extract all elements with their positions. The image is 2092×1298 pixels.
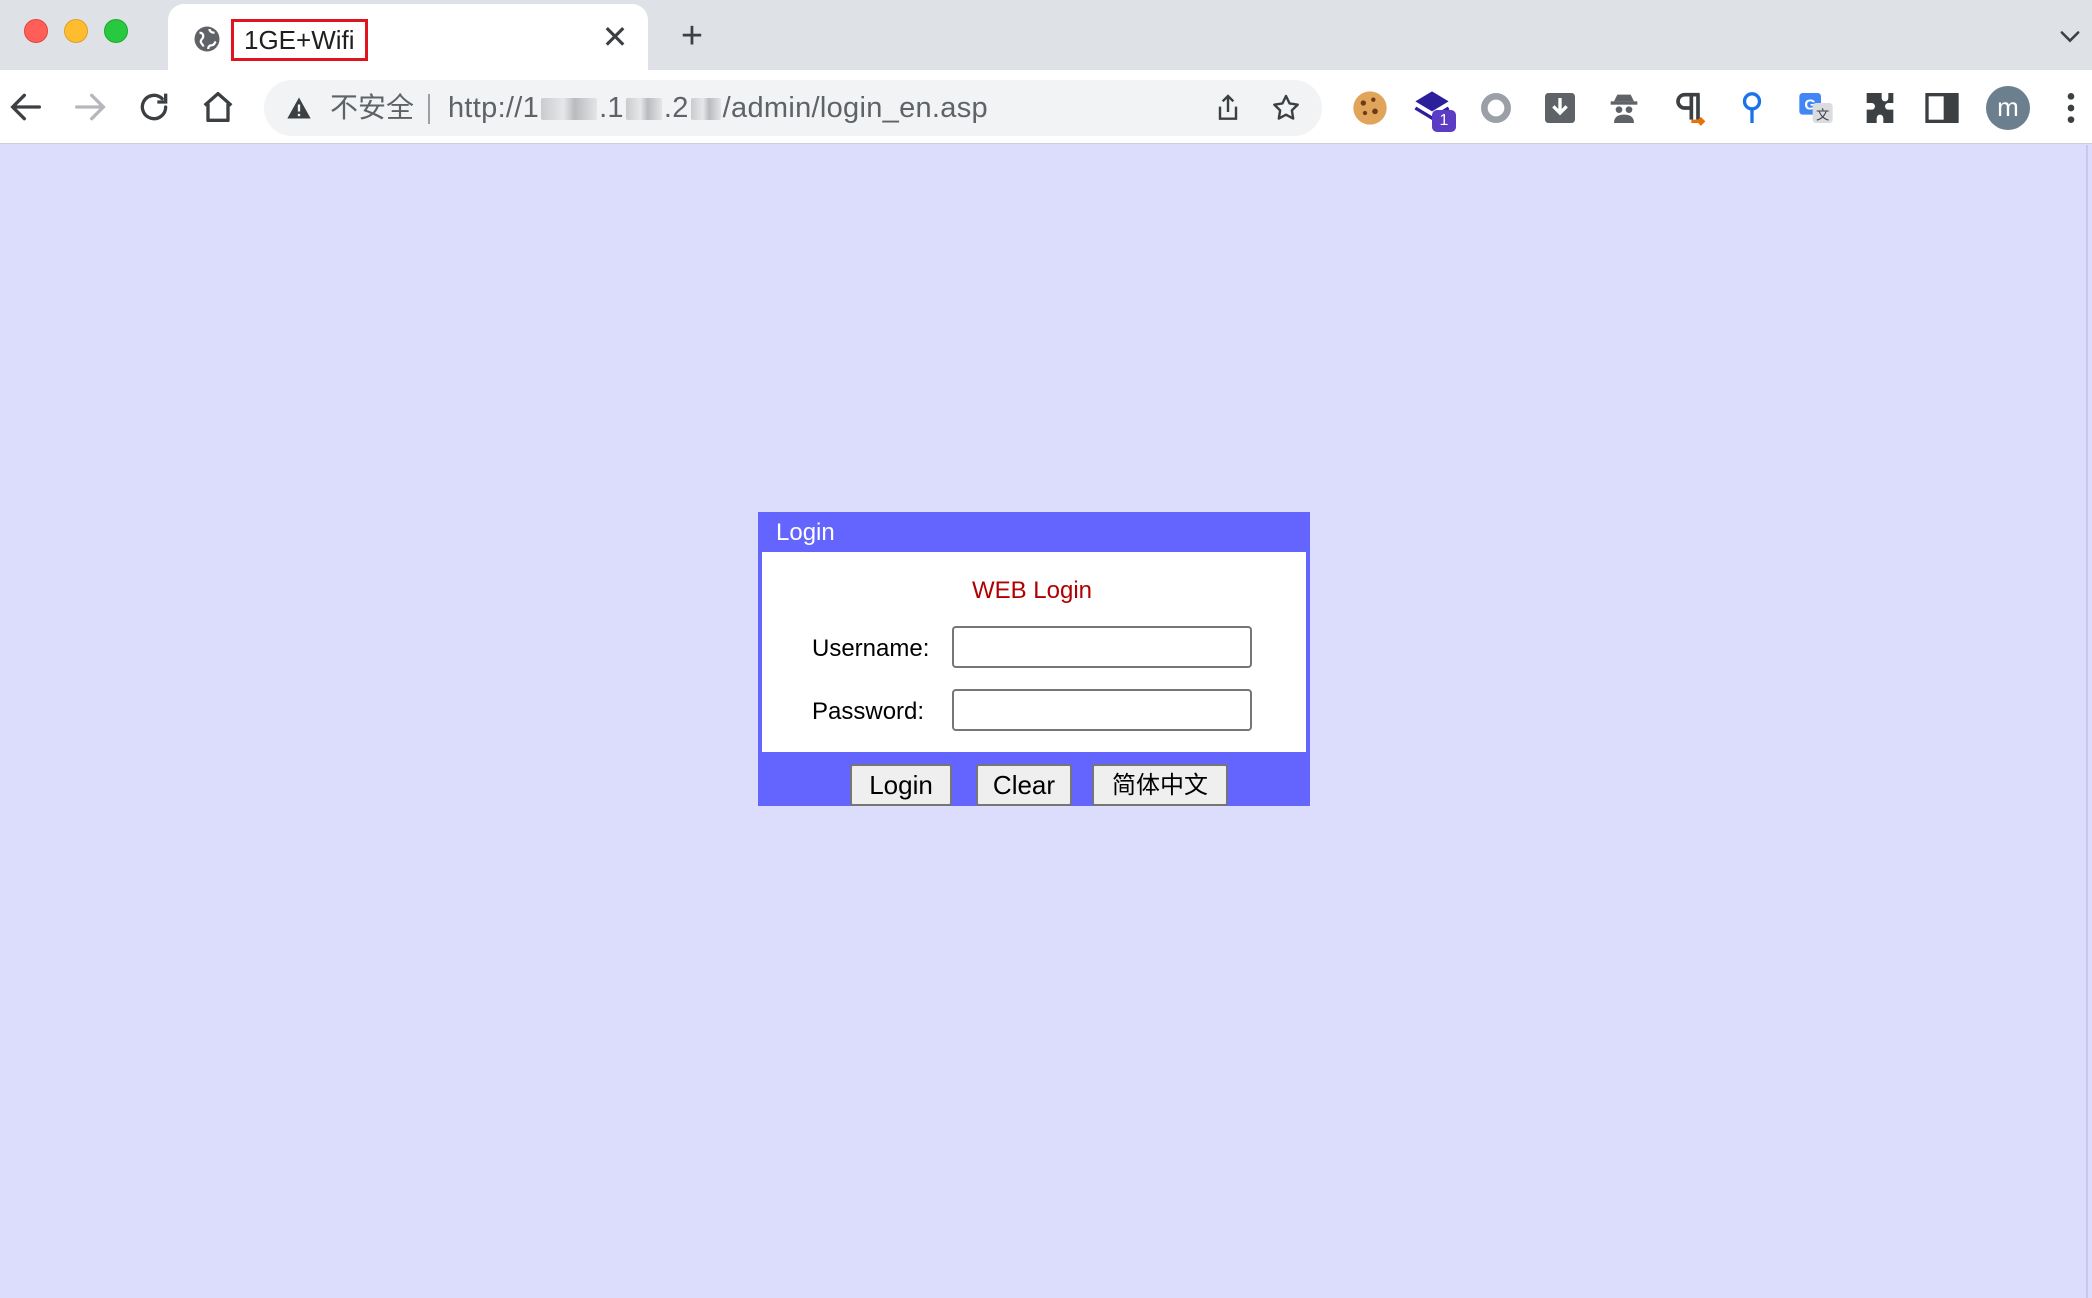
arrow-left-icon[interactable] <box>6 87 46 127</box>
pilcrow-icon[interactable] <box>1668 88 1708 128</box>
scrollbar[interactable] <box>2086 145 2092 1298</box>
download-icon[interactable] <box>1540 88 1580 128</box>
security-label[interactable]: 不安全 <box>330 90 414 126</box>
new-tab-button[interactable]: + <box>674 17 710 55</box>
tab-close-icon[interactable]: ✕ <box>600 21 630 53</box>
globe-icon <box>194 26 220 52</box>
url-path: /admin/login_en.asp <box>722 92 988 124</box>
url-segment: .1 <box>599 92 624 124</box>
profile-avatar[interactable]: m <box>1986 86 2030 130</box>
clear-button[interactable]: Clear <box>976 764 1072 806</box>
more-vert-icon[interactable] <box>2056 88 2086 128</box>
login-panel: Login WEB Login Username: Password: Logi… <box>758 512 1310 806</box>
home-icon[interactable] <box>198 87 238 127</box>
tab-title: 1GE+Wifi <box>231 19 368 61</box>
tab-search-chevron-icon[interactable] <box>2056 22 2084 50</box>
window-minimize-button[interactable] <box>64 19 88 43</box>
extension-stack[interactable]: 1 <box>1412 88 1456 132</box>
side-panel-icon[interactable] <box>1922 88 1962 128</box>
page-viewport: Login WEB Login Username: Password: Logi… <box>0 145 2092 1298</box>
star-icon[interactable] <box>1270 92 1302 124</box>
active-tab[interactable]: 1GE+Wifi ✕ <box>168 4 648 70</box>
login-heading: WEB Login <box>971 577 1093 604</box>
extension-badge: 1 <box>1432 110 1456 132</box>
login-form: WEB Login Username: Password: <box>762 552 1306 752</box>
warning-icon[interactable] <box>284 94 314 122</box>
svg-text:文: 文 <box>1816 108 1829 124</box>
window-maximize-button[interactable] <box>104 19 128 43</box>
translate-icon[interactable]: G 文 <box>1796 88 1836 128</box>
reload-icon[interactable] <box>134 87 174 127</box>
url-prefix: http://1 <box>448 92 540 124</box>
browser-toolbar: 不安全 http://1 .1 .2/admin/login_en.asp 1 G … <box>0 70 2092 144</box>
username-input[interactable] <box>952 626 1252 668</box>
tab-strip: 1GE+Wifi ✕ + <box>0 0 2092 70</box>
spy-icon[interactable] <box>1604 88 1644 128</box>
redacted-block <box>625 98 662 121</box>
pin-icon[interactable] <box>1732 88 1772 128</box>
cookie-icon[interactable] <box>1350 88 1390 128</box>
redacted-block <box>541 98 598 121</box>
record-icon[interactable] <box>1476 88 1516 128</box>
username-label: Username: <box>812 635 930 662</box>
password-label: Password: <box>812 698 925 725</box>
password-input[interactable] <box>952 689 1252 731</box>
login-button[interactable]: Login <box>850 764 952 806</box>
language-switch-button[interactable]: 简体中文 <box>1092 764 1228 806</box>
arrow-right-icon[interactable] <box>70 87 110 127</box>
login-panel-title: Login <box>776 519 835 546</box>
url-segment: .2 <box>663 92 689 124</box>
window-close-button[interactable] <box>24 19 48 43</box>
share-icon[interactable] <box>1212 92 1244 124</box>
puzzle-icon[interactable] <box>1860 88 1900 128</box>
address-bar[interactable]: 不安全 http://1 .1 .2/admin/login_en.asp <box>264 80 1322 136</box>
url-text[interactable]: http://1 .1 .2/admin/login_en.asp <box>448 90 988 126</box>
redacted-block <box>690 98 721 121</box>
separator <box>428 94 430 124</box>
